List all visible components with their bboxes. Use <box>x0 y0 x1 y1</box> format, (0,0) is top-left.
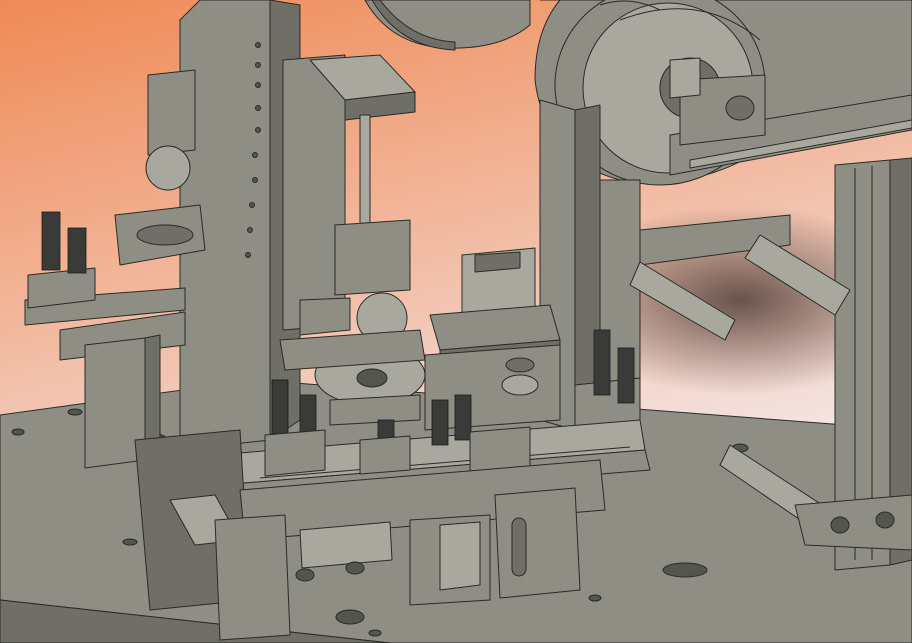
cad-scene[interactable] <box>0 0 912 643</box>
front-side-panel[interactable] <box>494 487 581 599</box>
front-left-housing[interactable] <box>214 514 291 641</box>
cad-viewport[interactable] <box>0 0 912 643</box>
foot-bracket[interactable] <box>794 494 912 551</box>
vertical-rod[interactable] <box>359 114 371 231</box>
front-actuator[interactable] <box>409 514 491 606</box>
